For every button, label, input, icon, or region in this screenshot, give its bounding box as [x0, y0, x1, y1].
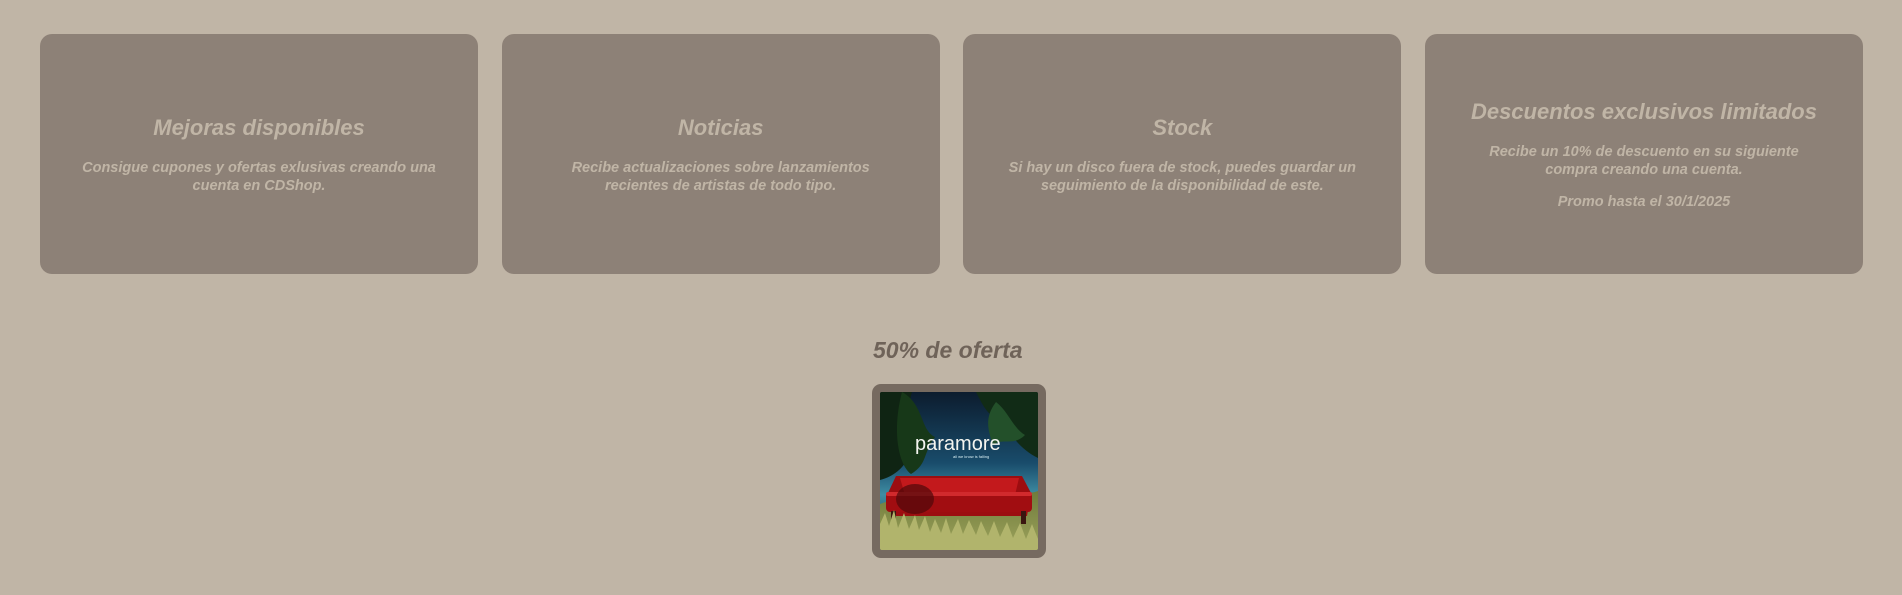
- svg-text:paramore: paramore: [915, 433, 1001, 455]
- card-title: Stock: [1152, 114, 1213, 140]
- card-mejoras-disponibles: Mejoras disponibles Consigue cupones y o…: [40, 34, 478, 274]
- promo-date-text: Promo hasta el 30/1/2025: [1557, 193, 1731, 210]
- offer-album-card[interactable]: paramore all we know is falling: [872, 384, 1046, 558]
- album-cover-image: paramore all we know is falling: [880, 392, 1038, 550]
- feature-cards: Mejoras disponibles Consigue cupones y o…: [40, 34, 1863, 274]
- card-text: Recibe actualizaciones sobre lanzamiento…: [571, 159, 870, 194]
- card-title: Noticias: [677, 114, 764, 140]
- offer-title: 50% de oferta: [873, 337, 1023, 363]
- card-text: Recibe un 10% de descuento en su siguien…: [1489, 143, 1799, 178]
- card-text: Consigue cupones y ofertas exlusivas cre…: [82, 159, 436, 194]
- card-noticias: Noticias Recibe actualizaciones sobre la…: [501, 34, 940, 274]
- card-stock: Stock Si hay un disco fuera de stock, pu…: [963, 34, 1402, 274]
- card-text: Si hay un disco fuera de stock, puedes g…: [1008, 159, 1356, 194]
- svg-text:all we know is falling: all we know is falling: [953, 454, 989, 459]
- card-title: Mejoras disponibles: [153, 114, 365, 140]
- card-descuentos-exclusivos: Descuentos exclusivos limitados Recibe u…: [1424, 34, 1863, 274]
- card-title: Descuentos exclusivos limitados: [1470, 98, 1817, 124]
